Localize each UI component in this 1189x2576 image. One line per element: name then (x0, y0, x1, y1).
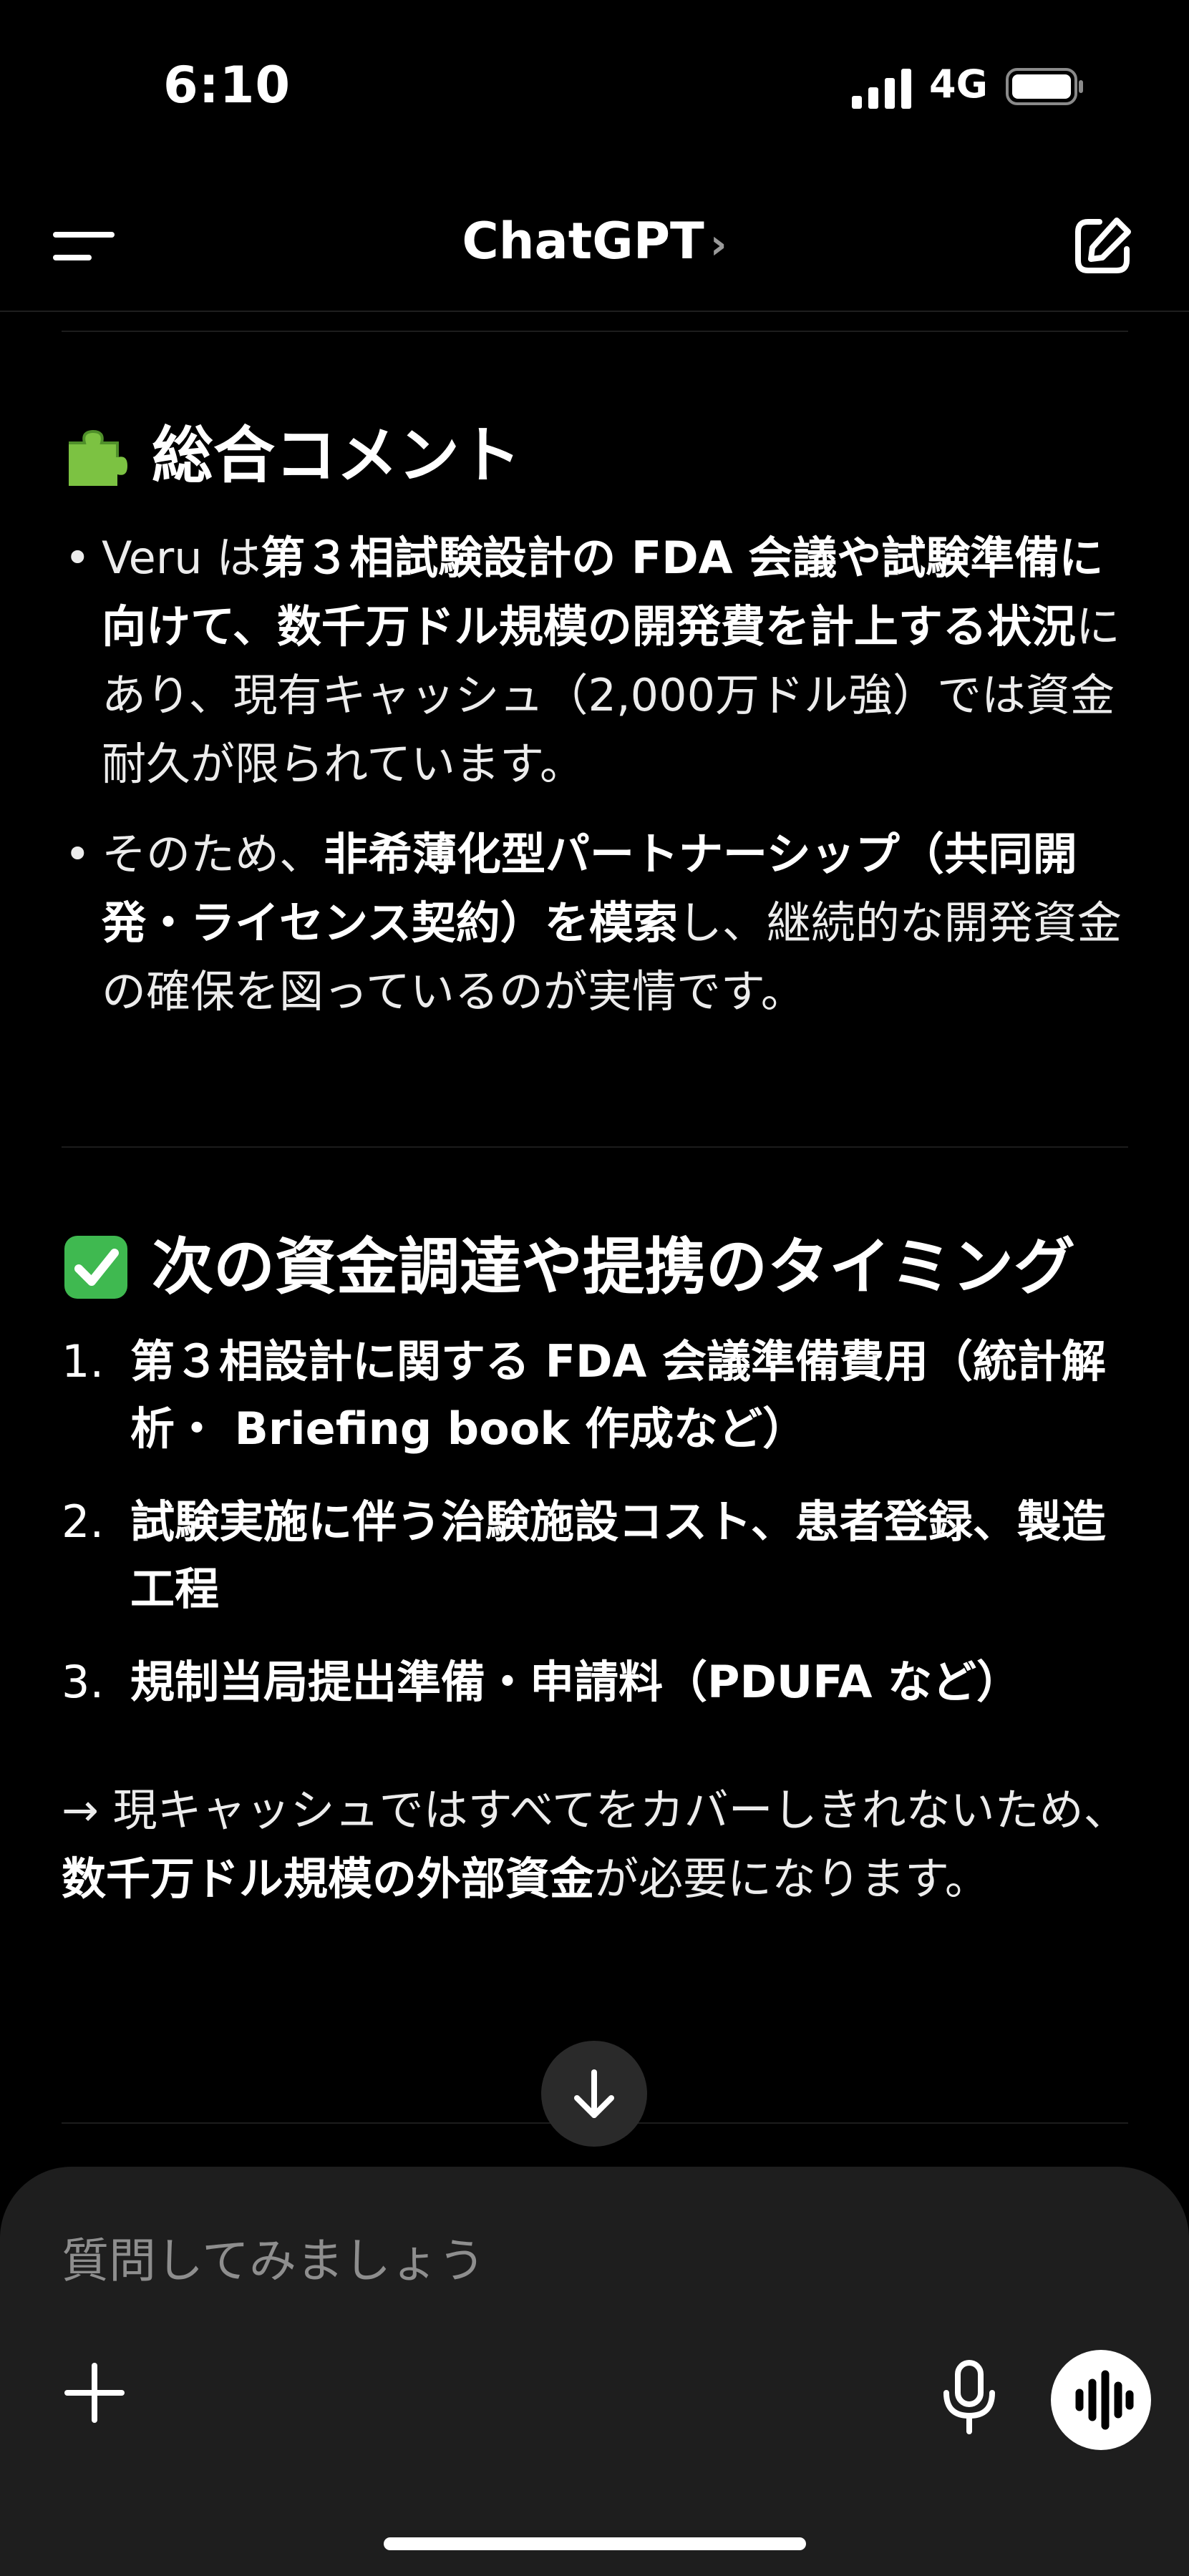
list-item: • Veru は第３相試験設計の FDA 会議や試験準備に向けて、数千万ドル規模… (62, 524, 1135, 799)
list-item: 3. 規制当局提出準備・申請料（PDUFA など） (62, 1649, 1135, 1716)
list-item-text: 第３相設計に関する FDA 会議準備費用（統計解析・ Briefing book… (130, 1335, 1106, 1455)
heading-text: 総合コメント (152, 420, 521, 492)
list-number: 3. (62, 1656, 105, 1708)
conclusion-paragraph: → 現キャッシュではすべてをカバーしきれないため、数千万ドル規模の外部資金が必要… (62, 1776, 1135, 1913)
next-funding-section: 次の資金調達や提携のタイミング 1. 第３相設計に関する FDA 会議準備費用（… (62, 1228, 1135, 1913)
check-mark-icon (64, 1236, 127, 1299)
scroll-to-bottom-button[interactable] (541, 2041, 647, 2147)
plus-icon[interactable] (60, 2358, 129, 2427)
arrow-down-icon (574, 2069, 614, 2118)
status-bar: 6:10 4G (0, 0, 1189, 172)
network-type: 4G (929, 62, 988, 107)
cellular-signal-icon (852, 69, 911, 109)
list-item: 2. 試験実施に伴う治験施設コスト、患者登録、製造工程 (62, 1488, 1135, 1623)
puzzle-piece-icon (69, 429, 127, 486)
divider (62, 1146, 1128, 1148)
waveform-icon (1075, 2370, 1134, 2430)
nav-title-text: ChatGPT (462, 212, 704, 270)
section-heading: 総合コメント (62, 416, 1135, 495)
voice-mode-button[interactable] (1051, 2350, 1151, 2450)
model-selector[interactable]: ChatGPT › (0, 212, 1189, 270)
list-number: 2. (62, 1496, 105, 1548)
message-input[interactable]: 質問してみましょう (62, 2223, 485, 2291)
chevron-right-icon: › (709, 220, 727, 268)
conclusion-bold: 数千万ドル規模の外部資金 (62, 1853, 595, 1905)
conclusion-text: → 現キャッシュではすべてをカバーしきれないため、 (62, 1784, 1128, 1836)
battery-icon (1006, 68, 1083, 105)
section-heading: 次の資金調達や提携のタイミング (62, 1228, 1135, 1307)
heading-text: 次の資金調達や提携のタイミング (152, 1231, 1075, 1303)
list-item: 1. 第３相設計に関する FDA 会議準備費用（統計解析・ Briefing b… (62, 1328, 1135, 1463)
divider (62, 331, 1128, 332)
list-item-text: Veru は (102, 532, 261, 584)
bullet-icon: • (64, 532, 91, 584)
summary-section: 総合コメント • Veru は第３相試験設計の FDA 会議や試験準備に向けて、… (62, 416, 1135, 1048)
conclusion-text: が必要になります。 (594, 1853, 989, 1905)
list-item: • そのため、非希薄化型パートナーシップ（共同開発・ライセンス契約）を模索し、継… (62, 820, 1135, 1026)
list-number: 1. (62, 1335, 105, 1387)
list-item-text: 試験実施に伴う治験施設コスト、患者登録、製造工程 (130, 1496, 1106, 1615)
home-indicator[interactable] (384, 2537, 806, 2550)
microphone-icon[interactable] (935, 2358, 1004, 2437)
bullet-icon: • (64, 828, 91, 880)
list-item-text: そのため、 (102, 828, 324, 880)
list-item-text: 規制当局提出準備・申請料（PDUFA など） (130, 1656, 1021, 1708)
status-time: 6:10 (163, 56, 291, 114)
new-chat-icon[interactable] (1071, 215, 1134, 278)
